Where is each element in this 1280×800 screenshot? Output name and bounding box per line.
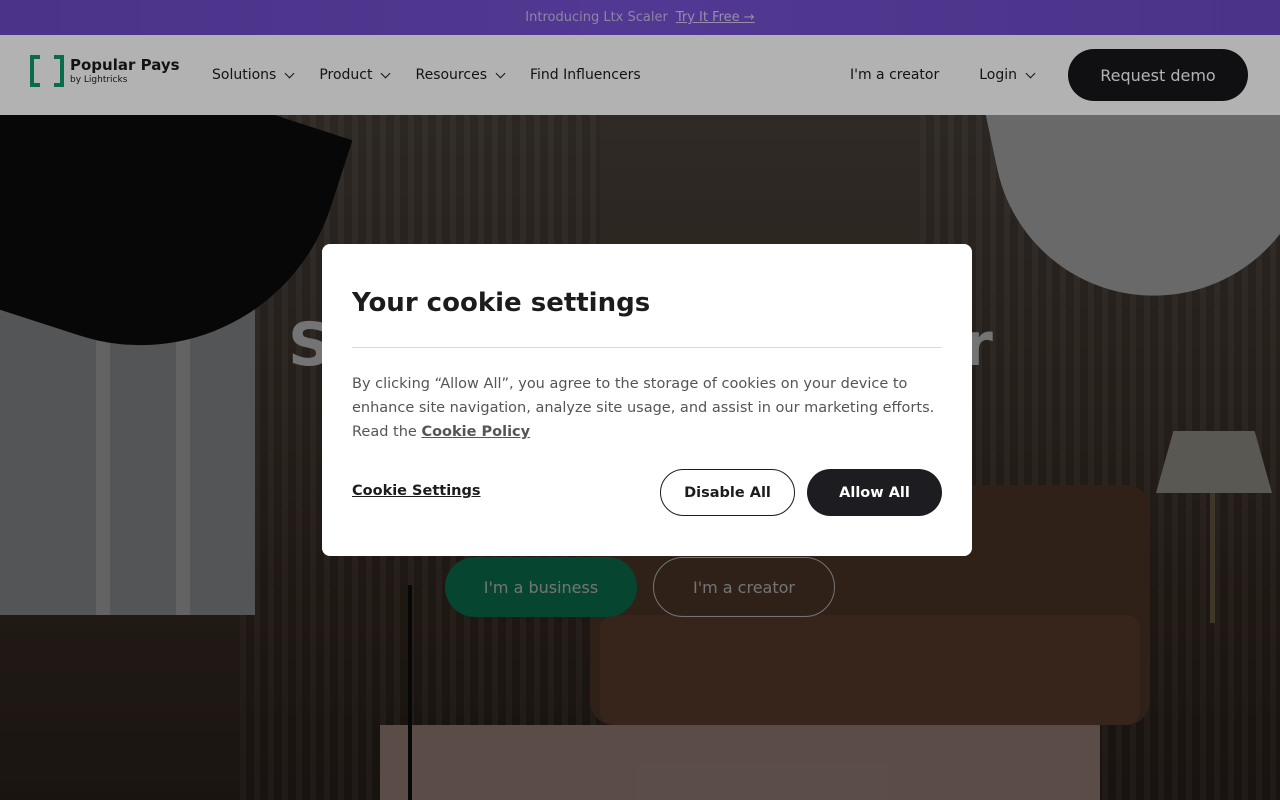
modal-divider bbox=[352, 347, 942, 348]
cookie-policy-link[interactable]: Cookie Policy bbox=[421, 424, 530, 440]
allow-all-button[interactable]: Allow All bbox=[807, 469, 942, 516]
modal-title: Your cookie settings bbox=[352, 288, 651, 318]
cookie-settings-link[interactable]: Cookie Settings bbox=[352, 483, 481, 499]
modal-body: By clicking “Allow All”, you agree to th… bbox=[352, 372, 942, 444]
disable-all-button[interactable]: Disable All bbox=[660, 469, 795, 516]
cookie-settings-modal: Your cookie settings By clicking “Allow … bbox=[322, 244, 972, 556]
